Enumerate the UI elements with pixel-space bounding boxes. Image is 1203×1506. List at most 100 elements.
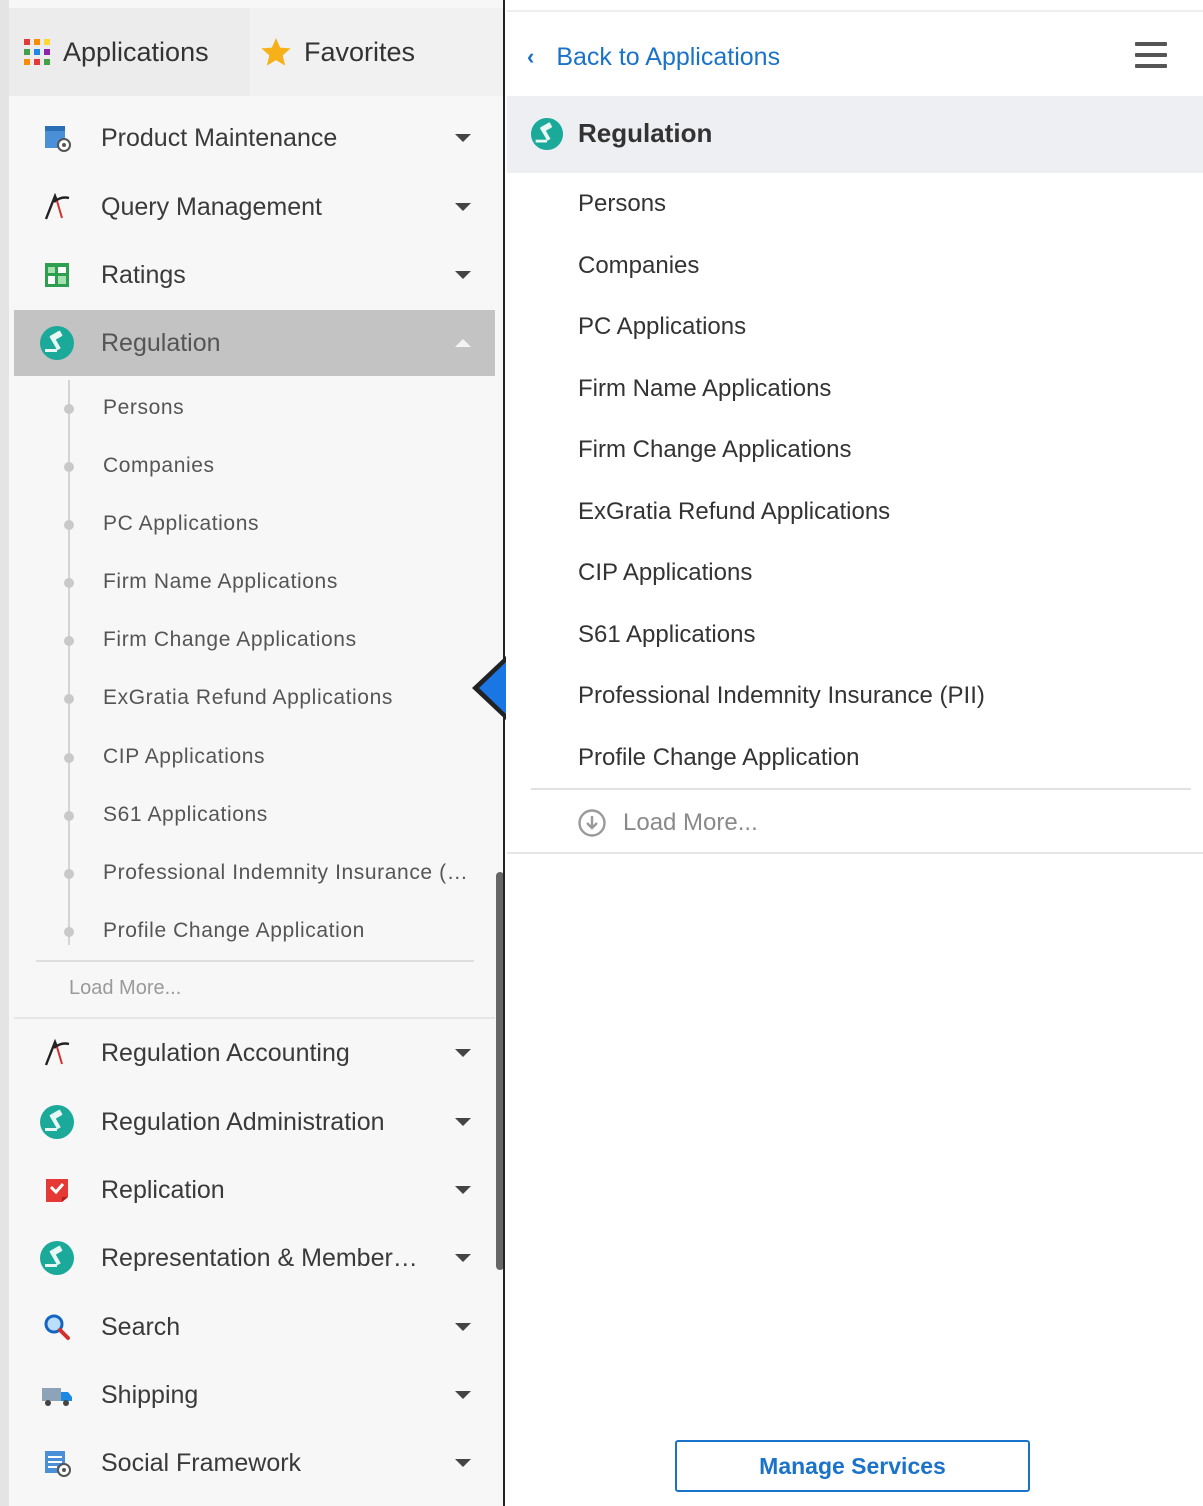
divider [14, 1017, 495, 1019]
sub-item-cip-applications[interactable]: CIP Applications [103, 745, 265, 769]
sidebar-item-label: Regulation [101, 328, 221, 357]
tree-bullet [64, 694, 74, 704]
divider [531, 788, 1191, 790]
tree-bullet [64, 811, 74, 821]
sidebar-item-regulation-accounting[interactable]: Regulation Accounting [14, 1020, 495, 1086]
chevron-down-icon [455, 1391, 471, 1399]
query-management-icon [38, 1034, 76, 1072]
tree-bullet [64, 404, 74, 414]
chevron-left-icon: ‹ [527, 44, 535, 69]
tree-bullet [64, 520, 74, 530]
chevron-down-icon [455, 1186, 471, 1194]
load-more-link[interactable]: Load More... [69, 977, 181, 1000]
sidebar-item-label: Ratings [101, 260, 186, 289]
submenu-header: Regulation [507, 96, 1203, 173]
sidebar-item-label: Social Framework [101, 1448, 302, 1477]
sidebar-item-representation-membership[interactable]: Representation & Member… [14, 1225, 495, 1291]
hamburger-menu-icon[interactable] [1135, 42, 1167, 68]
query-management-icon [38, 188, 76, 226]
sidebar-item-replication[interactable]: Replication [14, 1157, 495, 1223]
sidebar-edge [0, 0, 9, 1506]
regulation-gavel-icon [38, 324, 76, 362]
sidebar-item-ratings[interactable]: Ratings [14, 242, 495, 308]
product-maintenance-icon [38, 119, 76, 157]
tab-applications-label: Applications [63, 36, 209, 67]
chevron-down-icon [455, 203, 471, 211]
menu-item-persons[interactable]: Persons [578, 190, 666, 218]
tree-bullet [64, 927, 74, 937]
sub-item-firm-name-applications[interactable]: Firm Name Applications [103, 570, 338, 594]
tree-bullet [64, 753, 74, 763]
sidebar-item-regulation[interactable]: Regulation [14, 310, 495, 376]
sidebar-item-product-maintenance[interactable]: Product Maintenance [14, 105, 495, 171]
chevron-down-icon [455, 1049, 471, 1057]
regulation-gavel-icon [530, 117, 564, 151]
panel-pointer-fill [479, 662, 506, 714]
menu-item-s61-applications[interactable]: S61 Applications [578, 621, 755, 649]
sidebar-tabs: Applications Favorites [9, 8, 503, 96]
sub-item-persons[interactable]: Persons [103, 396, 184, 420]
menu-item-companies[interactable]: Companies [578, 252, 699, 280]
app-grid-icon [23, 38, 51, 66]
regulation-gavel-icon [38, 1103, 76, 1141]
menu-item-exgratia-refund-applications[interactable]: ExGratia Refund Applications [578, 498, 890, 526]
menu-item-professional-indemnity-insurance[interactable]: Professional Indemnity Insurance (PII) [578, 682, 985, 710]
chevron-up-icon [455, 339, 471, 347]
tree-bullet [64, 578, 74, 588]
sidebar-item-social-framework[interactable]: Social Framework [14, 1430, 495, 1496]
sidebar-item-label: Replication [101, 1175, 225, 1204]
manage-services-button[interactable]: Manage Services [675, 1440, 1030, 1492]
sidebar-item-search[interactable]: Search [14, 1294, 495, 1360]
tree-bullet [64, 636, 74, 646]
tab-applications[interactable]: Applications [9, 8, 250, 96]
sub-item-exgratia-refund-applications[interactable]: ExGratia Refund Applications [103, 686, 393, 710]
sidebar-item-regulation-administration[interactable]: Regulation Administration [14, 1089, 495, 1155]
sub-item-profile-change-application[interactable]: Profile Change Application [103, 919, 365, 943]
tree-bullet [64, 869, 74, 879]
load-more-label: Load More... [623, 809, 758, 836]
sub-item-s61-applications[interactable]: S61 Applications [103, 803, 268, 827]
chevron-down-icon [455, 134, 471, 142]
menu-item-firm-name-applications[interactable]: Firm Name Applications [578, 375, 831, 403]
sidebar-item-label: Representation & Member… [101, 1243, 418, 1272]
menu-item-pc-applications[interactable]: PC Applications [578, 313, 746, 341]
tab-favorites[interactable]: Favorites [250, 8, 503, 96]
sub-item-firm-change-applications[interactable]: Firm Change Applications [103, 628, 357, 652]
sub-item-professional-indemnity-insurance[interactable]: Professional Indemnity Insurance (… [103, 861, 468, 885]
ratings-icon [38, 256, 76, 294]
truck-icon [38, 1376, 76, 1414]
sub-item-companies[interactable]: Companies [103, 454, 215, 478]
sidebar-item-label: Product Maintenance [101, 123, 338, 152]
divider [36, 960, 474, 962]
arrow-down-circle-icon [577, 808, 607, 838]
divider [507, 10, 1203, 12]
back-to-applications-link[interactable]: ‹ Back to Applications [527, 38, 780, 76]
tree-bullet [64, 462, 74, 472]
sidebar-item-label: Search [101, 1312, 181, 1341]
sidebar-item-query-management[interactable]: Query Management [14, 174, 495, 240]
sidebar-item-label: Regulation Administration [101, 1107, 385, 1136]
sidebar-item-label: Shipping [101, 1380, 199, 1409]
load-more-button[interactable]: Load More... [577, 806, 758, 840]
chevron-down-icon [455, 271, 471, 279]
sub-item-pc-applications[interactable]: PC Applications [103, 512, 259, 536]
divider [507, 852, 1203, 854]
sidebar-item-label: Regulation Accounting [101, 1038, 350, 1067]
chevron-down-icon [455, 1323, 471, 1331]
sidebar-item-shipping[interactable]: Shipping [14, 1362, 495, 1428]
social-framework-icon [38, 1444, 76, 1482]
regulation-gavel-icon [38, 1239, 76, 1277]
submenu-panel: ‹ Back to Applications Regulation Person… [507, 0, 1203, 1506]
star-icon [260, 36, 292, 68]
tab-favorites-label: Favorites [304, 36, 416, 67]
sidebar-item-label: Query Management [101, 192, 322, 221]
menu-item-profile-change-application[interactable]: Profile Change Application [578, 744, 860, 772]
search-icon [38, 1308, 76, 1346]
chevron-down-icon [455, 1459, 471, 1467]
sidebar-scrollbar[interactable] [496, 872, 503, 1270]
replication-icon [38, 1171, 76, 1209]
menu-item-firm-change-applications[interactable]: Firm Change Applications [578, 436, 851, 464]
menu-item-cip-applications[interactable]: CIP Applications [578, 559, 752, 587]
chevron-down-icon [455, 1118, 471, 1126]
submenu-title: Regulation [578, 118, 713, 148]
